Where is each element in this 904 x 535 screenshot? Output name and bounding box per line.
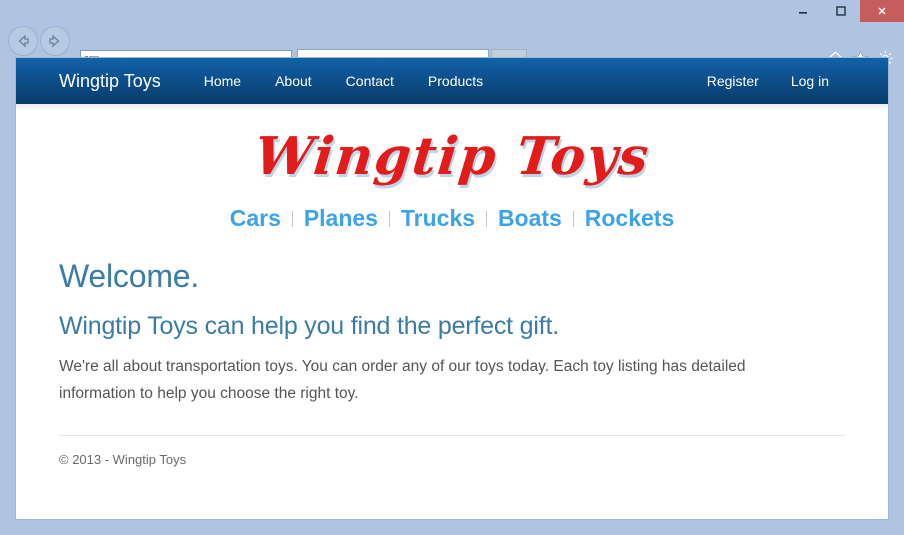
forward-arrow-icon	[49, 34, 60, 48]
nav-item-login: Log in	[775, 73, 845, 89]
site-brand[interactable]: Wingtip Toys	[59, 71, 161, 92]
category-link-cars[interactable]: Cars	[230, 205, 281, 231]
nav-item-contact: Contact	[329, 73, 411, 89]
nav-item-products: Products	[411, 73, 500, 89]
nav-link-products[interactable]: Products	[411, 73, 500, 89]
site-account-links: Register Log in	[691, 73, 845, 89]
nav-link-about[interactable]: About	[258, 73, 329, 89]
nav-link-login[interactable]: Log in	[775, 73, 845, 89]
nav-item-home: Home	[187, 73, 258, 89]
footer-copyright: © 2013 - Wingtip Toys	[59, 452, 187, 468]
page-paragraph: We're all about transportation toys. You…	[59, 357, 746, 402]
title-bar	[0, 0, 904, 22]
category-links: Cars Planes Trucks Boats Rockets	[59, 191, 845, 242]
page-subtitle: Wingtip Toys can help you find the perfe…	[59, 311, 559, 340]
site-logo: Wingtip Toys	[59, 112, 845, 191]
category-separator	[573, 211, 575, 227]
browser-toolbar: http://localhost:24019/D	[0, 22, 904, 77]
nav-link-register[interactable]: Register	[691, 73, 775, 89]
category-link-trucks[interactable]: Trucks	[401, 205, 475, 231]
page-title: Welcome.	[59, 258, 200, 294]
category-link-rockets[interactable]: Rockets	[585, 205, 674, 231]
nav-item-about: About	[258, 73, 329, 89]
page-viewport: Wingtip Toys Home About Contact Products…	[15, 57, 889, 520]
category-separator	[389, 211, 391, 227]
back-button[interactable]	[8, 26, 38, 56]
site-navbar: Wingtip Toys Home About Contact Products…	[16, 58, 888, 111]
page-content: Wingtip Toys Cars Planes Trucks Boats Ro…	[59, 104, 845, 467]
site-nav-links: Home About Contact Products	[187, 73, 500, 89]
maximize-button[interactable]	[822, 0, 860, 22]
nav-link-contact[interactable]: Contact	[329, 73, 411, 89]
footer-divider	[59, 435, 845, 437]
site-logo-text: Wingtip Toys	[251, 126, 653, 187]
nav-link-home[interactable]: Home	[187, 73, 258, 89]
category-separator	[486, 211, 488, 227]
minimize-button[interactable]	[784, 0, 822, 22]
category-link-boats[interactable]: Boats	[498, 205, 562, 231]
category-separator	[292, 211, 294, 227]
close-button[interactable]	[860, 0, 904, 22]
browser-window: http://localhost:24019/D	[0, 0, 904, 535]
nav-item-register: Register	[691, 73, 775, 89]
back-arrow-icon	[18, 34, 29, 48]
window-controls	[784, 0, 904, 22]
forward-button[interactable]	[40, 26, 70, 56]
category-link-planes[interactable]: Planes	[304, 205, 378, 231]
